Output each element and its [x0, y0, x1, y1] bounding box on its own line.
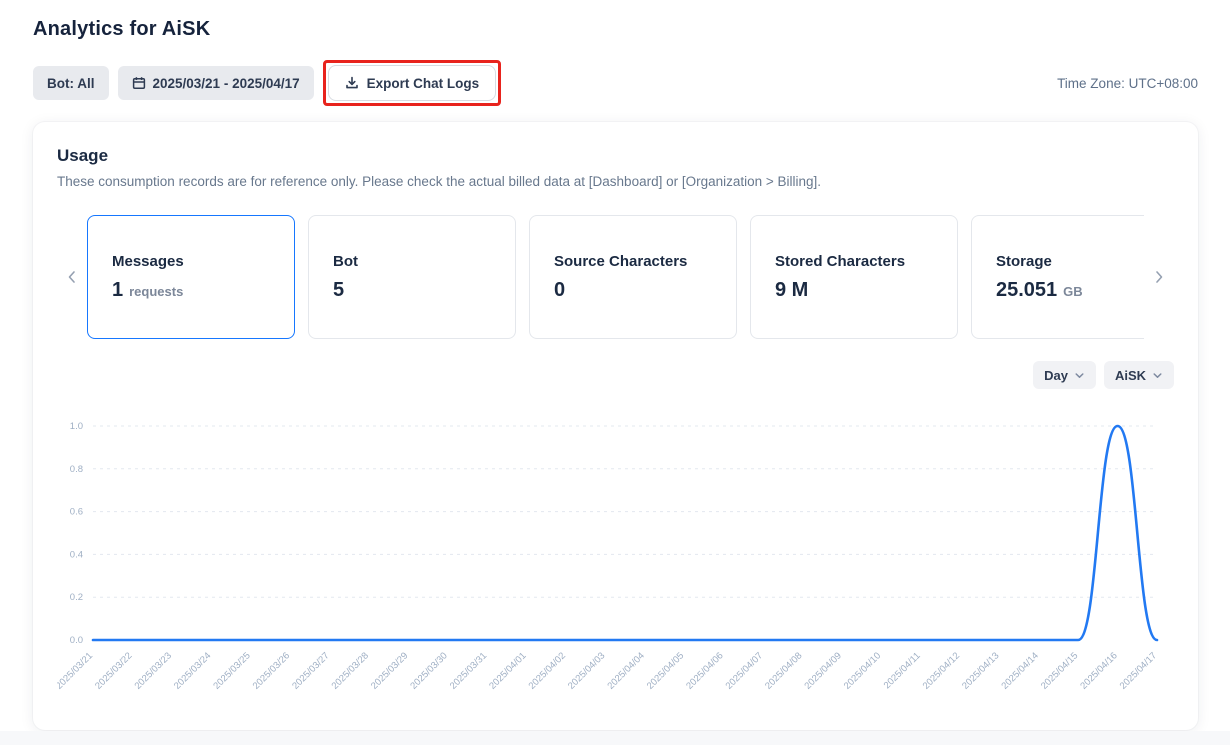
- x-axis-tick-label: 2025/04/02: [527, 650, 568, 691]
- metric-value-row: 1 requests: [112, 279, 274, 302]
- metric-value: 25.051: [996, 279, 1057, 302]
- metric-value-row: 5: [333, 279, 495, 302]
- x-axis-tick-label: 2025/04/11: [882, 650, 923, 691]
- page-title: Analytics for AiSK: [33, 18, 1198, 41]
- usage-card: Usage These consumption records are for …: [33, 122, 1198, 730]
- y-axis-tick-label: 0.2: [70, 592, 83, 603]
- y-axis-tick-label: 0.4: [70, 549, 83, 560]
- data-series-line: [93, 426, 1157, 640]
- x-axis-tick-label: 2025/03/29: [369, 650, 410, 691]
- metric-unit: GB: [1063, 284, 1083, 299]
- x-axis-tick-label: 2025/04/06: [684, 650, 725, 691]
- granularity-dropdown-value: Day: [1044, 368, 1068, 383]
- x-axis-tick-label: 2025/04/09: [802, 650, 843, 691]
- bot-select-dropdown[interactable]: AiSK: [1104, 361, 1174, 389]
- date-range-picker[interactable]: 2025/03/21 - 2025/04/17: [118, 66, 314, 100]
- chart-controls: Day AiSK: [57, 361, 1174, 389]
- annotation-red-box: Export Chat Logs: [323, 60, 502, 106]
- usage-disclaimer: These consumption records are for refere…: [57, 174, 1174, 189]
- time-zone-label: Time Zone: UTC+08:00: [1057, 76, 1198, 91]
- x-axis-tick-label: 2025/03/26: [251, 650, 292, 691]
- metric-label: Bot: [333, 253, 495, 270]
- metric-value: 0: [554, 279, 565, 302]
- x-axis-tick-label: 2025/03/22: [93, 650, 134, 691]
- x-axis-tick-label: 2025/04/15: [1039, 650, 1080, 691]
- granularity-dropdown[interactable]: Day: [1033, 361, 1096, 389]
- metric-value-row: 9 M: [775, 279, 937, 302]
- y-axis-tick-label: 0.0: [70, 635, 83, 646]
- chevron-left-icon: [64, 269, 80, 285]
- chevron-down-icon: [1152, 370, 1163, 381]
- metric-label: Stored Characters: [775, 253, 937, 270]
- carousel-viewport: Messages1requestsBot5Source Characters0S…: [87, 215, 1144, 339]
- x-axis-tick-label: 2025/04/01: [487, 650, 528, 691]
- x-axis-tick-label: 2025/04/12: [921, 650, 962, 691]
- x-axis-tick-label: 2025/04/03: [566, 650, 607, 691]
- metric-value: 9 M: [775, 279, 808, 302]
- x-axis-tick-label: 2025/04/10: [842, 650, 883, 691]
- x-axis-tick-label: 2025/03/31: [448, 650, 489, 691]
- x-axis-tick-label: 2025/04/17: [1118, 650, 1159, 691]
- usage-line-chart: 0.00.20.40.60.81.02025/03/212025/03/2220…: [57, 413, 1174, 714]
- line-chart-svg: 0.00.20.40.60.81.02025/03/212025/03/2220…: [57, 413, 1174, 709]
- metric-card-messages[interactable]: Messages 1 requests: [87, 215, 295, 339]
- metric-card-stored-characters[interactable]: Stored Characters 9 M: [750, 215, 958, 339]
- x-axis-tick-label: 2025/04/04: [605, 650, 646, 691]
- x-axis-tick-label: 2025/04/13: [960, 650, 1001, 691]
- x-axis-tick-label: 2025/03/27: [290, 650, 331, 691]
- carousel-prev-button[interactable]: [57, 269, 87, 285]
- metric-card-source-characters[interactable]: Source Characters 0: [529, 215, 737, 339]
- metric-label: Messages: [112, 253, 274, 270]
- y-axis-tick-label: 0.8: [70, 464, 83, 475]
- date-range-label: 2025/03/21 - 2025/04/17: [153, 76, 300, 91]
- x-axis-tick-label: 2025/03/21: [57, 650, 95, 691]
- metric-value: 5: [333, 279, 344, 302]
- metric-label: Source Characters: [554, 253, 716, 270]
- calendar-icon: [132, 76, 146, 90]
- x-axis-tick-label: 2025/03/24: [172, 650, 213, 691]
- carousel-track: Messages1requestsBot5Source Characters0S…: [87, 215, 1144, 339]
- x-axis-tick-label: 2025/04/05: [645, 650, 686, 691]
- metric-label: Storage: [996, 253, 1144, 270]
- metric-value-row: 0: [554, 279, 716, 302]
- metric-value: 1: [112, 279, 123, 302]
- metric-unit: requests: [129, 284, 183, 299]
- usage-section-title: Usage: [57, 146, 1174, 166]
- export-chat-logs-button[interactable]: Export Chat Logs: [328, 65, 497, 101]
- x-axis-tick-label: 2025/03/23: [133, 650, 174, 691]
- filter-toolbar: Bot: All 2025/03/21 - 2025/04/17: [33, 63, 1198, 103]
- x-axis-tick-label: 2025/04/08: [763, 650, 804, 691]
- carousel-next-button[interactable]: [1144, 269, 1174, 285]
- bot-filter-label: Bot: All: [47, 76, 95, 91]
- y-axis-tick-label: 0.6: [70, 507, 83, 518]
- x-axis-tick-label: 2025/04/07: [724, 650, 765, 691]
- metrics-carousel: Messages1requestsBot5Source Characters0S…: [57, 215, 1174, 339]
- metric-card-bot[interactable]: Bot 5: [308, 215, 516, 339]
- download-icon: [345, 76, 359, 90]
- page-bottom-strip: [0, 731, 1230, 745]
- x-axis-tick-label: 2025/03/30: [408, 650, 449, 691]
- bot-filter-pill[interactable]: Bot: All: [33, 66, 109, 100]
- metric-value-row: 25.051 GB: [996, 279, 1144, 302]
- x-axis-tick-label: 2025/03/25: [211, 650, 252, 691]
- x-axis-tick-label: 2025/04/16: [1078, 650, 1119, 691]
- export-button-label: Export Chat Logs: [367, 76, 480, 91]
- chevron-down-icon: [1074, 370, 1085, 381]
- chevron-right-icon: [1151, 269, 1167, 285]
- x-axis-tick-label: 2025/04/14: [1000, 650, 1041, 691]
- metric-card-storage[interactable]: Storage 25.051 GB: [971, 215, 1144, 339]
- y-axis-tick-label: 1.0: [70, 421, 83, 432]
- bot-select-dropdown-value: AiSK: [1115, 368, 1146, 383]
- x-axis-tick-label: 2025/03/28: [330, 650, 371, 691]
